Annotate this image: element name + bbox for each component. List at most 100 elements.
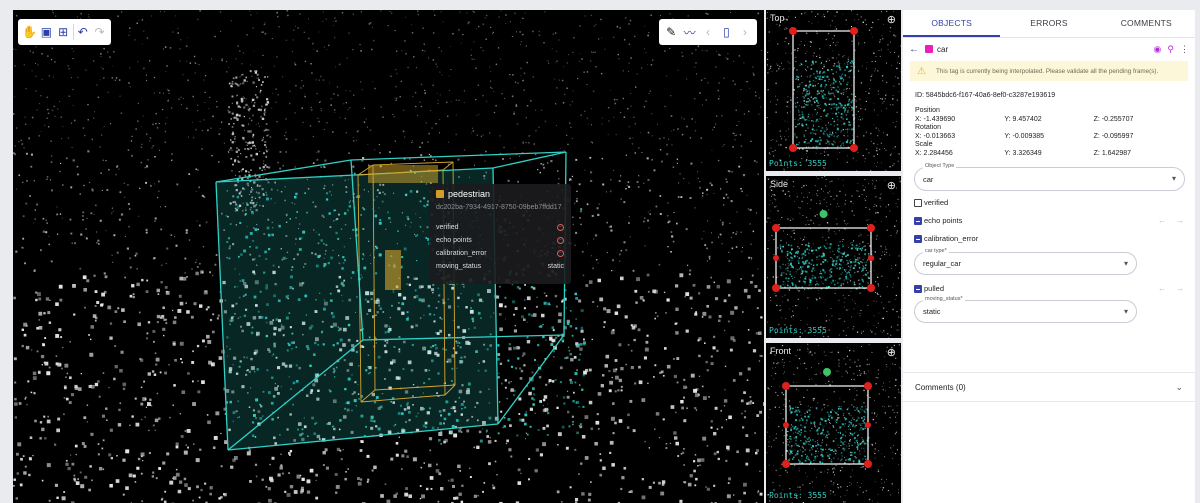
object-type-select[interactable]: Object Type car ▾ — [914, 163, 1185, 191]
toolbar-divider — [72, 24, 74, 40]
scale-y: Y: 3.326349 — [1004, 150, 1042, 157]
top-view-panel[interactable]: Top ⊕ Points: 3555 — [766, 10, 901, 171]
comments-label: Comments (0) — [915, 382, 966, 392]
object-header: ← car ◉ ⚲ ⋮ — [903, 40, 1195, 58]
moving-status-legend: moving_status* — [923, 296, 965, 302]
crop-icon[interactable]: ⊞ — [56, 22, 71, 42]
redo-icon[interactable]: ↷ — [92, 22, 107, 42]
position-y: Y: 9.457402 — [1004, 116, 1042, 123]
tab-errors[interactable]: ERRORS — [1000, 10, 1097, 37]
calibration-error-row[interactable]: calibration_error — [903, 231, 1195, 246]
warning-text: This tag is currently being interpolated… — [935, 67, 1159, 75]
tooltip-row: moving_status static — [436, 260, 564, 273]
point-cloud-canvas[interactable] — [13, 10, 764, 503]
mini-edge-handle — [783, 422, 789, 428]
arrow-right-icon[interactable]: → — [1176, 284, 1184, 293]
pedestrian-box-edge — [372, 161, 454, 166]
moving-status-select[interactable]: moving_status* static ▾ — [914, 296, 1137, 323]
next-icon[interactable]: › — [737, 22, 753, 42]
rotation-x: X: -0.013663 — [915, 133, 956, 140]
tooltip-row: calibration_error − — [436, 247, 564, 260]
mini-object-points — [793, 60, 856, 150]
pedestrian-box-edge — [442, 161, 454, 171]
background-points — [13, 10, 762, 151]
tab-comments[interactable]: COMMENTS — [1098, 10, 1195, 37]
pulled-row[interactable]: pulled ← → — [903, 281, 1195, 296]
rectangle-icon[interactable]: ▯ — [718, 22, 734, 42]
object-type-legend: Object Type — [923, 163, 957, 169]
car-type-legend: car type* — [923, 248, 949, 254]
location-pin-icon[interactable]: ⚲ — [1167, 44, 1174, 55]
eye-icon[interactable]: ◉ — [1154, 44, 1162, 55]
top-view-canvas[interactable] — [766, 10, 901, 171]
position-values: X: -1.439690 Y: 9.457402 Z: -0.255707 — [903, 114, 1195, 123]
front-view-label: Front — [770, 346, 792, 356]
mini-edge-handle — [865, 422, 871, 428]
mini-corner-handle — [850, 144, 858, 152]
zoom-icon[interactable]: ⊕ — [887, 179, 896, 192]
arrow-left-icon[interactable]: ← — [1158, 284, 1166, 293]
tooltip-row-label: calibration_error — [436, 250, 487, 257]
chevron-down-icon: ▾ — [1123, 259, 1128, 268]
scale-x: X: 2.284456 — [915, 150, 953, 157]
calibration-error-label: calibration_error — [924, 234, 979, 243]
mini-corner-handle — [782, 382, 790, 390]
echo-points-checkbox[interactable] — [914, 216, 922, 225]
pedestrian-marker — [385, 250, 401, 290]
object-name: car — [937, 44, 949, 54]
zoom-icon[interactable]: ⊕ — [887, 13, 896, 26]
echo-points-row[interactable]: echo points ← → — [903, 213, 1195, 228]
rotation-values: X: -0.013663 Y: -0.009385 Z: -0.095997 — [903, 131, 1195, 140]
more-options-icon[interactable]: ⋮ — [1180, 44, 1189, 55]
front-view-panel[interactable]: Front ⊕ Points: 3555 — [766, 343, 901, 503]
prev-icon[interactable]: ‹ — [700, 22, 716, 42]
mini-box-outline — [792, 30, 855, 149]
mini-corner-handle — [850, 27, 858, 35]
verified-checkbox[interactable] — [914, 198, 922, 207]
class-color-swatch — [436, 190, 444, 198]
comments-section[interactable]: Comments (0) ⌄ — [903, 372, 1195, 402]
mini-rotate-handle — [823, 368, 831, 376]
tab-objects[interactable]: OBJECTS — [903, 10, 1001, 37]
front-view-canvas[interactable] — [766, 343, 901, 503]
tooltip-row-value: static — [547, 263, 564, 270]
side-view-label: Side — [770, 179, 789, 189]
undo-icon[interactable]: ↶ — [75, 22, 90, 42]
object-details-panel: OBJECTS ERRORS COMMENTS ← car ◉ ⚲ ⋮ ⚠ Th… — [903, 10, 1195, 503]
car-type-select[interactable]: car type* regular_car ▾ — [914, 248, 1137, 275]
pulled-checkbox[interactable] — [914, 284, 922, 293]
tooltip-row-label: moving_status — [436, 263, 482, 270]
side-view-canvas[interactable] — [766, 176, 901, 338]
panel-tabs: OBJECTS ERRORS COMMENTS — [903, 10, 1195, 38]
mini-edge-handle — [868, 255, 874, 261]
mini-corner-handle — [772, 284, 780, 292]
arrow-left-icon[interactable]: ← — [1158, 216, 1166, 225]
car-type-value: regular_car — [923, 259, 961, 268]
point-cloud-viewport[interactable]: ✋ ▣ ⊞ ↶ ↷ ✎ 〰 ‹ ▯ › pedestrian dc202ba-7… — [13, 10, 764, 503]
line-chart-icon[interactable]: 〰 — [681, 22, 697, 42]
mini-object-points — [776, 243, 873, 290]
back-arrow-icon[interactable]: ← — [909, 44, 919, 55]
viewport-toolbar-right: ✎ 〰 ‹ ▯ › — [659, 19, 757, 45]
mini-corner-handle — [772, 224, 780, 232]
scale-z: Z: 1.642987 — [1093, 150, 1132, 157]
hand-icon[interactable]: ✋ — [22, 22, 37, 42]
mini-corner-handle — [782, 460, 790, 468]
verified-row[interactable]: verified — [903, 195, 1195, 210]
side-view-points: Points: 3555 — [769, 326, 827, 335]
front-view-points: Points: 3555 — [769, 491, 827, 500]
position-x: X: -1.439690 — [915, 116, 956, 123]
chevron-down-icon: ▾ — [1171, 174, 1176, 183]
pulled-label: pulled — [924, 284, 945, 293]
zoom-icon[interactable]: ⊕ — [887, 346, 896, 359]
arrow-right-icon[interactable]: → — [1176, 216, 1184, 225]
tooltip-row-label: echo points — [436, 237, 472, 244]
calibration-error-checkbox[interactable] — [914, 234, 922, 243]
object-actions: ◉ ⚲ ⋮ — [1154, 44, 1189, 55]
add-box-icon[interactable]: ▣ — [39, 22, 54, 42]
mini-edge-handle — [773, 255, 779, 261]
side-view-panel[interactable]: Side ⊕ Points: 3555 — [766, 176, 901, 338]
pen-icon[interactable]: ✎ — [663, 22, 679, 42]
tooltip-row: echo points − — [436, 234, 564, 247]
mini-corner-handle — [864, 460, 872, 468]
